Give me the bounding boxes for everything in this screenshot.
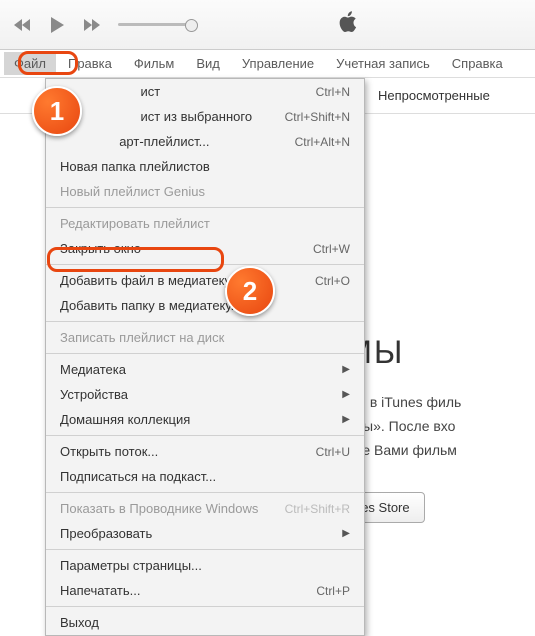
menu-show-in-explorer: Показать в Проводнике Windows Ctrl+Shift…: [46, 496, 364, 521]
menu-separator: [46, 207, 364, 208]
menu-convert-submenu[interactable]: Преобразовать ▶: [46, 521, 364, 546]
menubar: Файл Правка Фильм Вид Управление Учетная…: [0, 50, 535, 78]
menu-account[interactable]: Учетная запись: [326, 52, 440, 75]
menu-item-label: Выход: [60, 615, 99, 630]
menu-item-label: Добавить папку в медиатеку...: [60, 298, 241, 313]
menu-shortcut: Ctrl+O: [315, 274, 350, 288]
menu-shortcut: Ctrl+U: [316, 445, 350, 459]
menu-item-label: Записать плейлист на диск: [60, 330, 224, 345]
menu-separator: [46, 264, 364, 265]
menu-new-playlist-folder[interactable]: Новая папка плейлистов: [46, 154, 364, 179]
menu-shortcut: Ctrl+N: [316, 85, 350, 99]
menu-burn-playlist: Записать плейлист на диск: [46, 325, 364, 350]
menu-item-label: Показать в Проводнике Windows: [60, 501, 258, 516]
menu-item-label: Новый плейлист из выбранного: [60, 109, 252, 124]
menu-item-label: Редактировать плейлист: [60, 216, 210, 231]
menu-devices-submenu[interactable]: Устройства ▶: [46, 382, 364, 407]
menu-controls[interactable]: Управление: [232, 52, 324, 75]
chevron-right-icon: ▶: [342, 389, 350, 400]
menu-shortcut: Ctrl+P: [316, 584, 350, 598]
menu-item-label: Медиатека: [60, 362, 126, 377]
menu-exit[interactable]: Выход: [46, 610, 364, 635]
menu-separator: [46, 549, 364, 550]
menu-edit[interactable]: Правка: [58, 52, 122, 75]
menu-shortcut: Ctrl+W: [313, 242, 350, 256]
menu-item-label: Устройства: [60, 387, 128, 402]
menu-movie[interactable]: Фильм: [124, 52, 184, 75]
menu-separator: [46, 321, 364, 322]
menu-print[interactable]: Напечатать... Ctrl+P: [46, 578, 364, 603]
menu-item-label: Открыть поток...: [60, 444, 158, 459]
menu-shortcut: Ctrl+Alt+N: [295, 135, 350, 149]
chevron-right-icon: ▶: [342, 528, 350, 539]
menu-library-submenu[interactable]: Медиатека ▶: [46, 357, 364, 382]
prev-button[interactable]: [8, 10, 38, 40]
menu-item-label: Домашняя коллекция: [60, 412, 190, 427]
menu-item-label: Подписаться на подкаст...: [60, 469, 216, 484]
menu-open-stream[interactable]: Открыть поток... Ctrl+U: [46, 439, 364, 464]
menu-separator: [46, 353, 364, 354]
menu-shortcut: Ctrl+Shift+N: [285, 110, 350, 124]
menu-new-genius-playlist: Новый плейлист Genius: [46, 179, 364, 204]
menu-shortcut: Ctrl+Shift+R: [285, 502, 350, 516]
playback-controls: [8, 10, 206, 40]
apple-logo-icon: [338, 10, 358, 40]
menu-view[interactable]: Вид: [186, 52, 230, 75]
menu-home-sharing-submenu[interactable]: Домашняя коллекция ▶: [46, 407, 364, 432]
menu-file[interactable]: Файл: [4, 52, 56, 75]
menu-item-label: Добавить файл в медиатеку...: [60, 273, 241, 288]
menu-page-setup[interactable]: Параметры страницы...: [46, 553, 364, 578]
play-button[interactable]: [42, 10, 72, 40]
chevron-right-icon: ▶: [342, 364, 350, 375]
next-button[interactable]: [76, 10, 106, 40]
menu-item-label: Новый плейлист Genius: [60, 184, 205, 199]
menu-separator: [46, 606, 364, 607]
menu-item-label: Закрыть окно: [60, 241, 141, 256]
menu-separator: [46, 492, 364, 493]
player-toolbar: [0, 0, 535, 50]
menu-add-file-to-library[interactable]: Добавить файл в медиатеку... Ctrl+O: [46, 268, 364, 293]
menu-add-folder-to-library[interactable]: Добавить папку в медиатеку...: [46, 293, 364, 318]
chevron-right-icon: ▶: [342, 414, 350, 425]
menu-item-label: Новая папка плейлистов: [60, 159, 210, 174]
menu-item-label: Параметры страницы...: [60, 558, 202, 573]
menu-item-label: Преобразовать: [60, 526, 152, 541]
menu-item-label: Напечатать...: [60, 583, 141, 598]
volume-slider[interactable]: [118, 23, 198, 26]
annotation-badge-2: 2: [225, 266, 275, 316]
menu-close-window[interactable]: Закрыть окно Ctrl+W: [46, 236, 364, 261]
menu-subscribe-podcast[interactable]: Подписаться на подкаст...: [46, 464, 364, 489]
tab-unwatched[interactable]: Непросмотренные: [366, 82, 502, 109]
menu-item-label: Новый смарт-плейлист...: [60, 134, 209, 149]
file-menu-dropdown: Новый плейлист Ctrl+N Новый плейлист из …: [45, 78, 365, 636]
menu-edit-playlist: Редактировать плейлист: [46, 211, 364, 236]
menu-new-playlist-from-selection[interactable]: Новый плейлист из выбранного Ctrl+Shift+…: [46, 104, 364, 129]
menu-new-playlist[interactable]: Новый плейлист Ctrl+N: [46, 79, 364, 104]
menu-help[interactable]: Справка: [442, 52, 513, 75]
menu-new-smart-playlist[interactable]: Новый смарт-плейлист... Ctrl+Alt+N: [46, 129, 364, 154]
menu-separator: [46, 435, 364, 436]
annotation-badge-1: 1: [32, 86, 82, 136]
